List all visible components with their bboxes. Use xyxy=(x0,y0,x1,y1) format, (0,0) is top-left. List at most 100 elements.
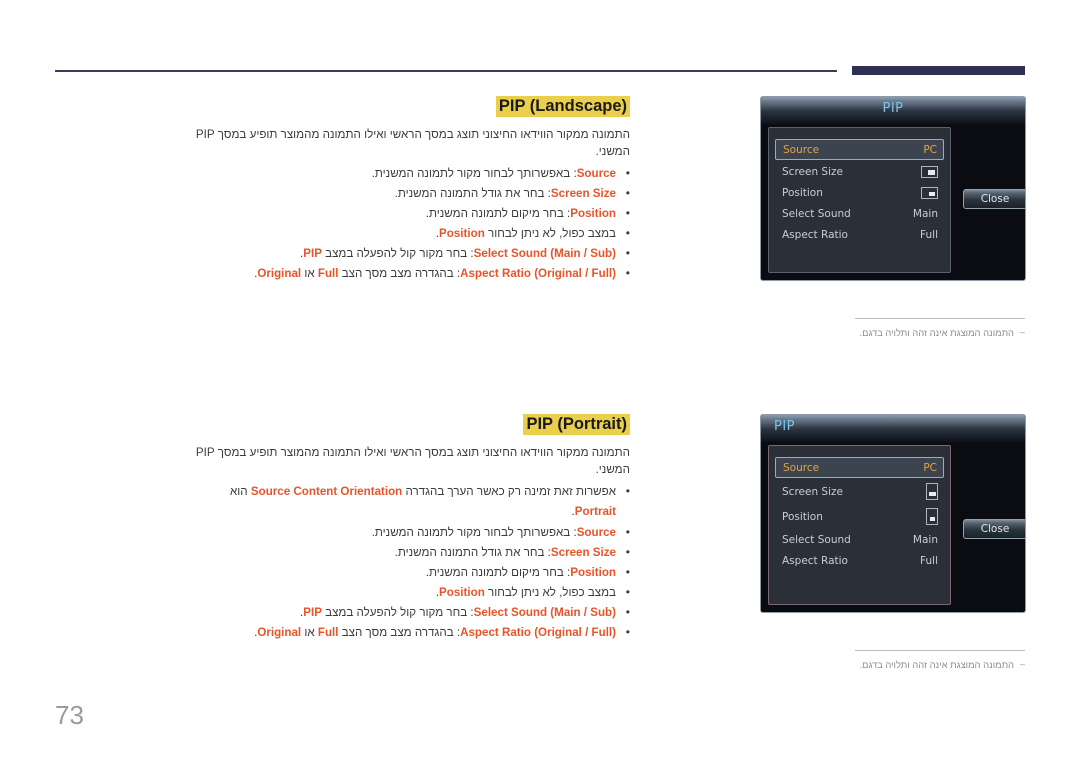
page-title-portrait: PIP (Portrait) xyxy=(192,414,630,435)
osd-menu-list: Source PC Screen Size Position Select So… xyxy=(768,127,951,273)
bullet-keyword: Select Sound (Main / Sub) xyxy=(473,606,616,620)
osd-body: Source PC Screen Size Position Select So… xyxy=(768,127,1025,273)
osd-row-source[interactable]: Source PC xyxy=(775,457,944,478)
bullet-keyword: Screen Size xyxy=(550,546,616,560)
osd-title: PIP xyxy=(774,419,796,434)
osd-row-screen-size[interactable]: Screen Size xyxy=(769,162,950,181)
bullet-text: : בהגדרה מצב מסך הצב xyxy=(338,625,461,639)
bullet-text: : באפשרותך לבחור מקור לתמונה המשנית. xyxy=(371,167,577,181)
screen-size-landscape-icon xyxy=(921,165,938,178)
bullet-text: : באפשרותך לבחור מקור לתמונה המשנית. xyxy=(371,526,577,540)
header-rule xyxy=(55,70,837,72)
bullet-text: : בהגדרה מצב מסך הצב xyxy=(338,267,461,281)
osd-row-aspect-ratio[interactable]: Aspect Ratio Full xyxy=(769,225,950,244)
bullet-text: : בחר מיקום לתמונה המשנית. xyxy=(425,207,571,221)
bullet-keyword: Screen Size xyxy=(550,187,616,201)
osd-row-source[interactable]: Source PC xyxy=(775,139,944,160)
osd-row-label: Source xyxy=(783,143,820,156)
osd-side-panel: Close xyxy=(952,127,1025,273)
osd-row-value: Main xyxy=(912,207,938,220)
osd-row-label: Aspect Ratio xyxy=(782,228,848,241)
caption-portrait: התמונה המוצגת אינה זהה ותלויה בדגם. xyxy=(835,657,1025,671)
note-text-pre: במצב כפול, לא ניתן לבחור xyxy=(484,227,616,241)
osd-row-position[interactable]: Position xyxy=(769,183,950,202)
osd-row-value: Full xyxy=(920,554,938,567)
bullet-keyword-2: Full xyxy=(317,625,339,639)
landscape-title-text: PIP (Landscape) xyxy=(495,96,630,117)
close-button[interactable]: Close xyxy=(963,519,1025,539)
bullet-keyword: Aspect Ratio (Original / Full) xyxy=(460,267,616,281)
osd-row-label: Select Sound xyxy=(782,533,851,546)
osd-row-select-sound[interactable]: Select Sound Main xyxy=(769,530,950,549)
osd-row-label: Position xyxy=(782,510,823,523)
bullet-text: : בחר מקור קול להפעלה במצב xyxy=(321,606,474,620)
osd-body: Source PC Screen Size Position Select So… xyxy=(768,445,1025,605)
osd-row-label: Select Sound xyxy=(782,207,851,220)
osd-row-value: Main xyxy=(912,533,938,546)
screen-size-portrait-icon xyxy=(926,483,938,500)
bullet-keyword: Source xyxy=(576,526,616,540)
bullet-keyword: Aspect Ratio (Original / Full) xyxy=(460,625,616,639)
bullet-keyword-3: Original xyxy=(257,625,302,639)
close-button[interactable]: Close xyxy=(963,189,1025,209)
osd-row-label: Screen Size xyxy=(782,485,843,498)
bullet-keyword: Source xyxy=(576,167,616,181)
osd-wrap-portrait: PIP Source PC Screen Size Position Selec… xyxy=(760,414,1026,613)
osd-menu-list: Source PC Screen Size Position Select So… xyxy=(768,445,951,605)
bullet-keyword: Position xyxy=(570,207,616,221)
list-item: Aspect Ratio (Original / Full): בהגדרה מ… xyxy=(192,622,630,643)
osd-row-position[interactable]: Position xyxy=(769,505,950,528)
note-text-mid: הוא xyxy=(230,485,251,499)
bullet-keyword-2: PIP xyxy=(303,606,322,620)
list-item: Screen Size: בחר את גודל התמונה המשנית. xyxy=(192,542,630,563)
portrait-text-column: PIP (Portrait) התמונה ממקור הווידאו החיצ… xyxy=(192,414,630,643)
caption-landscape: התמונה המוצגת אינה זהה ותלויה בדגם. xyxy=(835,325,1025,339)
osd-wrap-landscape: PIP Source PC Screen Size Position Selec… xyxy=(760,96,1026,281)
bullet-text: : בחר את גודל התמונה המשנית. xyxy=(394,187,551,201)
osd-row-select-sound[interactable]: Select Sound Main xyxy=(769,204,950,223)
note-text-pre: אפשרות זאת זמינה רק כאשר הערך בהגדרה xyxy=(402,485,616,499)
osd-row-label: Source xyxy=(783,461,820,474)
landscape-intro-paragraph: התמונה ממקור הווידאו החיצוני תוצג במסך ה… xyxy=(195,127,630,159)
header-accent-bar xyxy=(852,66,1025,75)
osd-row-aspect-ratio[interactable]: Aspect Ratio Full xyxy=(769,551,950,570)
note-keyword-2: Portrait xyxy=(574,505,616,519)
list-item: Select Sound (Main / Sub): בחר מקור קול … xyxy=(192,243,630,264)
sub-note: במצב כפול, לא ניתן לבחור Position. xyxy=(192,582,630,603)
bullet-keyword-2: PIP xyxy=(303,247,322,261)
note-keyword: Position xyxy=(439,586,485,600)
osd-row-value: PC xyxy=(923,143,937,156)
osd-side-panel: Close xyxy=(952,445,1025,605)
pip-osd-dialog-landscape[interactable]: PIP Source PC Screen Size Position Selec… xyxy=(760,96,1026,281)
landscape-bullet-list: Source: באפשרותך לבחור מקור לתמונה המשני… xyxy=(192,163,630,284)
page-title-landscape: PIP (Landscape) xyxy=(192,96,630,117)
bullet-text-mid: או xyxy=(301,267,318,281)
list-item: Screen Size: בחר את גודל התמונה המשנית. xyxy=(192,183,630,204)
osd-row-screen-size[interactable]: Screen Size xyxy=(769,480,950,503)
note-keyword: Position xyxy=(439,227,485,241)
bullet-text: : בחר מקור קול להפעלה במצב xyxy=(321,247,474,261)
bullet-text-mid: או xyxy=(301,625,318,639)
osd-row-label: Position xyxy=(782,186,823,199)
bullet-text: : בחר את גודל התמונה המשנית. xyxy=(394,546,551,560)
osd-title: PIP xyxy=(882,101,904,116)
portrait-intro-paragraph: התמונה ממקור הווידאו החיצוני תוצג במסך ה… xyxy=(195,445,630,477)
note-keyword: Source Content Orientation xyxy=(250,485,403,499)
landscape-text-column: PIP (Landscape) התמונה ממקור הווידאו החי… xyxy=(192,96,630,284)
page-number: 73 xyxy=(55,700,84,730)
sub-note: במצב כפול, לא ניתן לבחור Position. xyxy=(192,223,630,244)
list-item: Position: בחר מיקום לתמונה המשנית. xyxy=(192,562,630,583)
position-landscape-icon xyxy=(921,186,938,199)
osd-row-value: Full xyxy=(920,228,938,241)
sub-note-orientation: אפשרות זאת זמינה רק כאשר הערך בהגדרה Sou… xyxy=(192,481,630,522)
note-text-pre: במצב כפול, לא ניתן לבחור xyxy=(484,586,616,600)
caption-rule-portrait xyxy=(855,650,1025,651)
bullet-text: : בחר מיקום לתמונה המשנית. xyxy=(425,566,571,580)
bullet-keyword-3: Original xyxy=(257,267,302,281)
portrait-bullet-list: אפשרות זאת זמינה רק כאשר הערך בהגדרה Sou… xyxy=(192,481,630,643)
list-item: Select Sound (Main / Sub): בחר מקור קול … xyxy=(192,602,630,623)
position-portrait-icon xyxy=(926,508,938,525)
caption-rule-landscape xyxy=(855,318,1025,319)
pip-osd-dialog-portrait[interactable]: PIP Source PC Screen Size Position Selec… xyxy=(760,414,1026,613)
list-item: Aspect Ratio (Original / Full): בהגדרה מ… xyxy=(192,263,630,284)
